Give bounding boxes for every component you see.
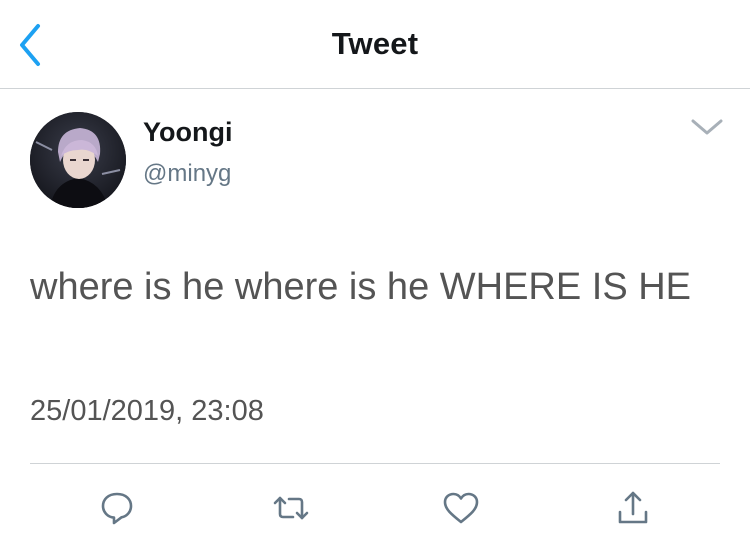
more-options-button[interactable]: [690, 116, 724, 138]
retweet-icon: [273, 496, 309, 520]
reply-button[interactable]: [97, 488, 137, 528]
share-button[interactable]: [613, 488, 653, 528]
like-button[interactable]: [441, 488, 481, 528]
like-icon: [443, 492, 479, 524]
tweet-timestamp: 25/01/2019, 23:08: [30, 395, 264, 427]
divider: [30, 463, 720, 464]
page-title: Tweet: [331, 26, 419, 61]
avatar[interactable]: [30, 112, 126, 208]
profile-photo: [30, 112, 126, 208]
share-icon: [618, 491, 648, 524]
author-handle[interactable]: @minyg: [143, 160, 231, 188]
reply-icon: [101, 492, 133, 525]
author-display-name[interactable]: Yoongi: [143, 117, 232, 148]
navigation-bar: Tweet: [0, 0, 750, 89]
retweet-button[interactable]: [271, 488, 311, 528]
tweet-text: where is he where is he WHERE IS HE: [30, 266, 692, 308]
chevron-down-icon: [691, 119, 723, 135]
